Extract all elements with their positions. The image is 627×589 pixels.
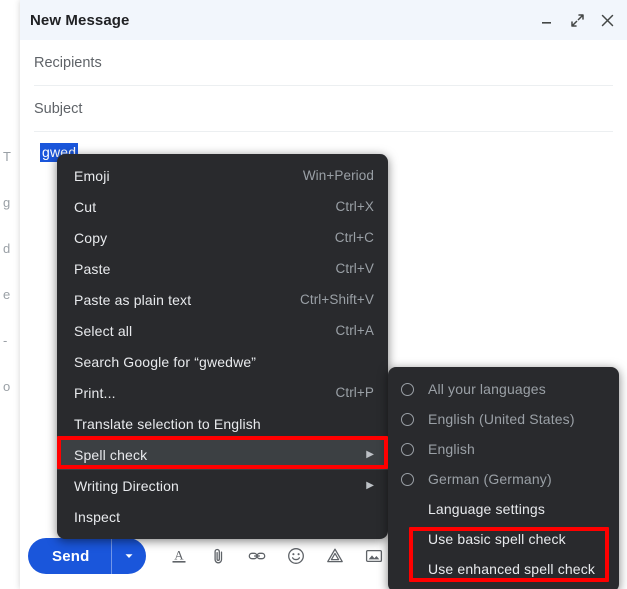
menu-item-shortcut: Ctrl+X xyxy=(335,199,374,214)
subject-placeholder: Subject xyxy=(34,100,83,117)
submenu-item-label: Language settings xyxy=(428,501,545,517)
menu-item-label: Print... xyxy=(74,384,116,401)
menu-item-label: Search Google for “gwedwe” xyxy=(74,353,257,370)
background-letter: e xyxy=(3,287,11,302)
menu-item-label: Translate selection to English xyxy=(74,415,261,432)
submenu-item-english-united-states[interactable]: English (United States) xyxy=(388,404,619,434)
background-letter: d xyxy=(3,241,11,256)
menu-item-label: Paste as plain text xyxy=(74,291,192,308)
submenu-item-label: German (Germany) xyxy=(428,471,552,487)
context-menu-item-cut[interactable]: Cut Ctrl+X xyxy=(57,191,388,222)
context-menu-item-translate-selection[interactable]: Translate selection to English xyxy=(57,408,388,439)
menu-item-label: Paste xyxy=(74,260,111,277)
send-options-button[interactable] xyxy=(112,538,146,574)
menu-item-shortcut: Ctrl+V xyxy=(335,261,374,276)
radio-button-icon xyxy=(401,442,414,456)
submenu-item-language-settings[interactable]: Language settings xyxy=(388,494,619,524)
menu-item-label: Cut xyxy=(74,198,97,215)
context-menu-item-print[interactable]: Print... Ctrl+P xyxy=(57,377,388,408)
close-button[interactable] xyxy=(599,12,615,28)
attach-file-icon[interactable] xyxy=(201,539,235,573)
context-menu-item-emoji[interactable]: Emoji Win+Period xyxy=(57,160,388,191)
submenu-item-use-enhanced-spell-check[interactable]: Use enhanced spell check xyxy=(388,554,619,584)
chevron-right-icon: ▶ xyxy=(366,448,374,460)
submenu-item-label: English xyxy=(428,441,475,457)
insert-photo-icon[interactable] xyxy=(357,539,391,573)
svg-text:A: A xyxy=(175,548,185,563)
menu-item-shortcut: Ctrl+Shift+V xyxy=(300,292,374,307)
context-menu-item-writing-direction[interactable]: Writing Direction ▶ xyxy=(57,470,388,501)
insert-emoji-icon[interactable] xyxy=(279,539,313,573)
insert-drive-icon[interactable] xyxy=(318,539,352,573)
window-controls xyxy=(539,12,615,28)
screen: T g d e - o New Message Recipients Subje… xyxy=(0,0,627,589)
context-menu-item-copy[interactable]: Copy Ctrl+C xyxy=(57,222,388,253)
menu-item-shortcut: Ctrl+P xyxy=(335,385,374,400)
compose-title: New Message xyxy=(30,11,130,29)
radio-button-icon xyxy=(401,382,414,396)
menu-item-label: Copy xyxy=(74,229,108,246)
submenu-item-label: Use basic spell check xyxy=(428,531,566,547)
context-menu-item-paste[interactable]: Paste Ctrl+V xyxy=(57,253,388,284)
send-button-group[interactable]: Send xyxy=(28,538,147,574)
submenu-item-english[interactable]: English xyxy=(388,434,619,464)
send-button[interactable]: Send xyxy=(28,538,111,574)
submenu-item-label: All your languages xyxy=(428,381,546,397)
menu-item-shortcut: Ctrl+A xyxy=(335,323,374,338)
fullscreen-button[interactable] xyxy=(569,12,585,28)
menu-item-shortcut: Ctrl+C xyxy=(334,230,374,245)
formatting-options-icon[interactable]: A xyxy=(162,539,196,573)
menu-item-label: Select all xyxy=(74,322,133,339)
radio-button-icon xyxy=(401,472,414,486)
submenu-item-label: Use enhanced spell check xyxy=(428,561,596,577)
background-left-column: T g d e - o xyxy=(0,0,21,589)
recipients-placeholder: Recipients xyxy=(34,54,102,71)
chevron-right-icon: ▶ xyxy=(366,479,374,491)
context-menu-item-select-all[interactable]: Select all Ctrl+A xyxy=(57,315,388,346)
recipients-field[interactable]: Recipients xyxy=(34,40,613,86)
submenu-item-all-your-languages[interactable]: All your languages xyxy=(388,374,619,404)
context-menu-item-search-google[interactable]: Search Google for “gwedwe” xyxy=(57,346,388,377)
background-letter: o xyxy=(3,379,11,394)
menu-item-label: Spell check xyxy=(74,446,148,463)
submenu-item-use-basic-spell-check[interactable]: Use basic spell check xyxy=(388,524,619,554)
submenu-item-label: English (United States) xyxy=(428,411,575,427)
background-letter: g xyxy=(3,195,11,210)
insert-link-icon[interactable] xyxy=(240,539,274,573)
minimize-button[interactable] xyxy=(539,12,555,28)
context-menu-item-paste-as-plain-text[interactable]: Paste as plain text Ctrl+Shift+V xyxy=(57,284,388,315)
subject-field[interactable]: Subject xyxy=(34,86,613,132)
spell-check-submenu: All your languages English (United State… xyxy=(388,367,619,589)
toolbar-icons: A xyxy=(162,539,391,573)
context-menu: Emoji Win+Period Cut Ctrl+X Copy Ctrl+C … xyxy=(57,154,388,539)
submenu-item-german-germany[interactable]: German (Germany) xyxy=(388,464,619,494)
context-menu-item-inspect[interactable]: Inspect xyxy=(57,501,388,532)
background-letter: T xyxy=(3,149,11,164)
context-menu-item-spell-check[interactable]: Spell check ▶ xyxy=(57,439,388,470)
background-letter: - xyxy=(3,333,8,348)
menu-item-shortcut: Win+Period xyxy=(302,168,374,183)
background-edge-letters: T g d e - o xyxy=(0,150,20,426)
menu-item-label: Inspect xyxy=(74,508,121,525)
menu-item-label: Writing Direction xyxy=(74,477,179,494)
compose-header: New Message xyxy=(20,0,627,40)
radio-button-icon xyxy=(401,412,414,426)
menu-item-label: Emoji xyxy=(74,167,110,184)
